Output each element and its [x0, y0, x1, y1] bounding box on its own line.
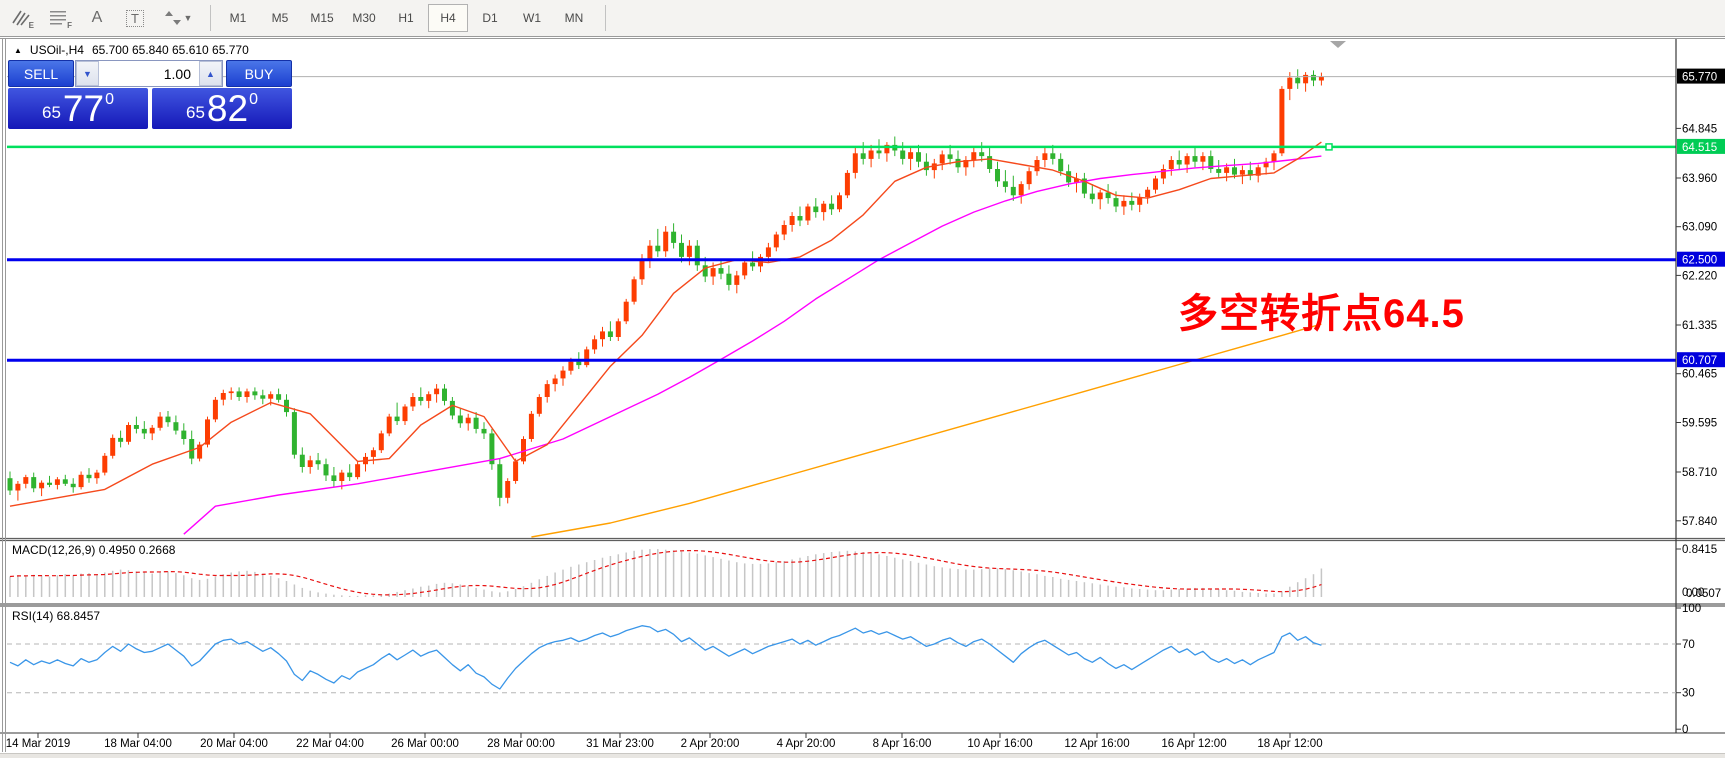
rsi-indicator-label: RSI(14) 68.8457 — [12, 609, 100, 623]
sell-button[interactable]: SELL — [8, 60, 74, 87]
chart-window-border — [2, 38, 3, 752]
window-resize-strip — [0, 753, 1725, 758]
trading-platform-window: E F A T ▼ M1 M5 M15 M30 H1 H4 D1 W1 MN 6… — [0, 0, 1725, 758]
collapse-panel-icon[interactable]: ▲ — [14, 46, 22, 55]
chart-title: ▲ USOil-,H4 65.700 65.840 65.610 65.770 — [14, 43, 249, 57]
ohlc-values: 65.700 65.840 65.610 65.770 — [92, 43, 249, 57]
sell-price-button[interactable]: 65 77 0 — [8, 88, 148, 129]
macd-indicator-label: MACD(12,26,9) 0.4950 0.2668 — [12, 543, 175, 557]
one-click-trading-panel: SELL ▼ ▲ BUY 65 77 0 65 82 0 — [8, 57, 292, 129]
symbol-label: USOil-,H4 — [30, 43, 84, 57]
sell-price-major: 65 — [42, 103, 61, 123]
sell-price-point: 0 — [105, 91, 114, 109]
buy-price-pips: 82 — [207, 88, 248, 129]
price-axis[interactable] — [1677, 40, 1725, 733]
buy-button[interactable]: BUY — [226, 60, 292, 87]
time-axis[interactable] — [0, 734, 1676, 753]
buy-price-button[interactable]: 65 82 0 — [152, 88, 292, 129]
buy-price-major: 65 — [186, 103, 205, 123]
line-drag-handle — [1326, 144, 1332, 150]
sell-price-pips: 77 — [63, 88, 104, 129]
chart-window-border — [5, 38, 6, 752]
volume-increase-button[interactable]: ▲ — [199, 61, 222, 86]
text-annotation: 多空转折点64.5 — [1178, 281, 1465, 339]
buy-price-point: 0 — [249, 91, 258, 109]
chart-window-border — [0, 38, 1725, 39]
volume-input[interactable] — [99, 61, 199, 86]
volume-decrease-button[interactable]: ▼ — [76, 61, 99, 86]
